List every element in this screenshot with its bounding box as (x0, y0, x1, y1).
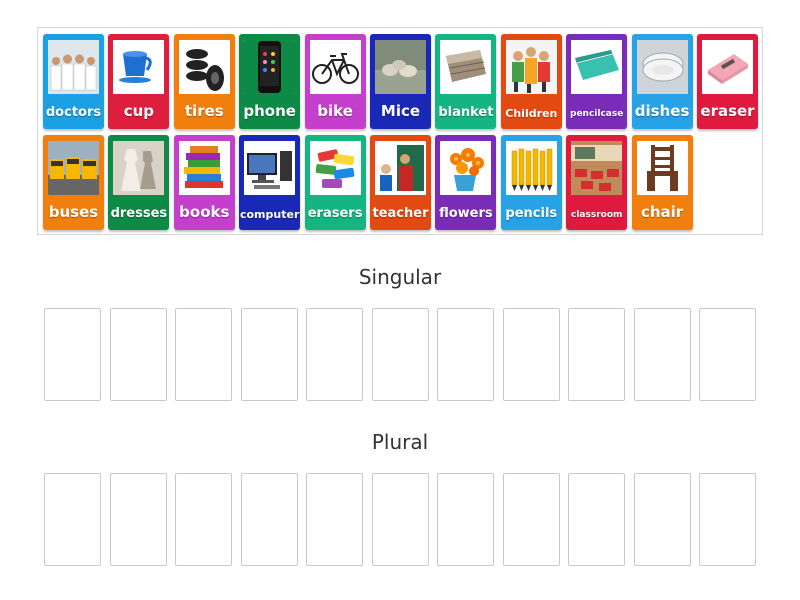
erasers-photo-icon (309, 141, 361, 195)
word-card-children[interactable]: Children (500, 34, 562, 129)
word-card-classroom[interactable]: classroom (566, 135, 628, 230)
word-card-label: chair (640, 203, 684, 221)
drop-slot[interactable] (175, 308, 232, 401)
drop-slot[interactable] (44, 308, 101, 401)
word-card-label: dishes (634, 102, 690, 120)
word-card-blanket[interactable]: blanket (435, 34, 497, 129)
word-card-label: dresses (110, 206, 168, 221)
word-card-pencils[interactable]: pencils (500, 135, 562, 230)
word-card-teacher[interactable]: teacher (370, 135, 431, 230)
word-card-label: flowers (439, 206, 493, 221)
drop-slot[interactable] (109, 473, 167, 566)
word-card-flowers[interactable]: flowers (435, 135, 497, 230)
word-card-label: pencilcase (570, 109, 624, 119)
word-card-buses[interactable]: buses (43, 135, 104, 230)
word-card-label: Children (505, 107, 558, 120)
group-heading-plural: Plural (371, 430, 429, 454)
tires-photo-icon (178, 40, 230, 94)
bike-photo-icon (309, 40, 361, 94)
drop-slot[interactable] (109, 308, 167, 401)
word-card-phone[interactable]: phone (239, 34, 301, 129)
word-card-label: tires (184, 102, 224, 120)
word-card-label: doctors (45, 105, 102, 120)
word-card-pencilcase[interactable]: pencilcase (566, 34, 628, 129)
word-card-computer[interactable]: computer (239, 135, 301, 230)
books-photo-icon (178, 141, 230, 195)
drop-slot[interactable] (437, 473, 494, 566)
word-card-books[interactable]: books (173, 135, 235, 230)
drop-slot[interactable] (633, 308, 691, 401)
word-card-label: books (179, 203, 230, 221)
word-card-label: teacher (372, 206, 429, 221)
word-card-label: phone (243, 102, 296, 120)
word-card-label: eraser (700, 102, 755, 120)
word-card-label: classroom (570, 210, 623, 220)
drop-slot[interactable] (240, 473, 298, 566)
word-card-label: cup (123, 102, 155, 120)
drop-slot[interactable] (437, 308, 494, 401)
dresses-photo-icon (113, 141, 165, 195)
word-card-chair[interactable]: chair (631, 135, 693, 230)
children-photo-icon (505, 40, 557, 94)
doctors-photo-icon (48, 40, 99, 94)
word-card-bike[interactable]: bike (304, 34, 366, 129)
phone-photo-icon (244, 40, 296, 94)
word-card-mice[interactable]: Mice (370, 34, 431, 129)
word-card-label: erasers (307, 206, 363, 221)
drop-slot[interactable] (502, 308, 560, 401)
drop-slot[interactable] (371, 308, 429, 401)
drop-slot[interactable] (175, 473, 232, 566)
cup-photo-icon (113, 40, 165, 94)
drop-slot[interactable] (502, 473, 560, 566)
computer-photo-icon (244, 141, 296, 195)
word-card-label: bike (317, 102, 353, 120)
word-card-label: computer (239, 208, 300, 221)
chair-photo-icon (636, 141, 688, 195)
word-card-dishes[interactable]: dishes (631, 34, 693, 129)
drop-slot[interactable] (699, 308, 756, 401)
drop-slot[interactable] (371, 473, 429, 566)
word-card-cup[interactable]: cup (108, 34, 170, 129)
drop-slot[interactable] (633, 473, 691, 566)
word-card-label: pencils (505, 206, 558, 221)
drop-slot[interactable] (568, 473, 625, 566)
word-card-label: Mice (380, 102, 421, 120)
dishes-photo-icon (636, 40, 688, 94)
word-card-doctors[interactable]: doctors (43, 34, 104, 129)
flowers-photo-icon (440, 141, 492, 195)
eraser-photo-icon (702, 40, 753, 94)
word-card-tires[interactable]: tires (173, 34, 235, 129)
word-card-dresses[interactable]: dresses (108, 135, 170, 230)
card-tray: doctors cup tires phone bike Mice blanket Child… (37, 27, 763, 235)
drop-slot[interactable] (44, 473, 101, 566)
drop-slot[interactable] (240, 308, 298, 401)
teacher-photo-icon (375, 141, 426, 195)
word-card-label: blanket (438, 105, 494, 120)
word-card-label: buses (48, 203, 99, 221)
word-card-erasers[interactable]: erasers (304, 135, 366, 230)
blanket-photo-icon (440, 40, 492, 94)
buses-photo-icon (48, 141, 99, 195)
drop-slot[interactable] (699, 473, 756, 566)
classroom-photo-icon (571, 141, 623, 195)
drop-slot[interactable] (306, 308, 363, 401)
group-heading-singular: Singular (358, 265, 442, 289)
drop-slot[interactable] (568, 308, 625, 401)
pencils-photo-icon (505, 141, 557, 195)
pencilcase-photo-icon (571, 40, 623, 94)
mice-photo-icon (375, 40, 426, 94)
drop-slot[interactable] (306, 473, 363, 566)
word-card-eraser[interactable]: eraser (697, 34, 758, 129)
